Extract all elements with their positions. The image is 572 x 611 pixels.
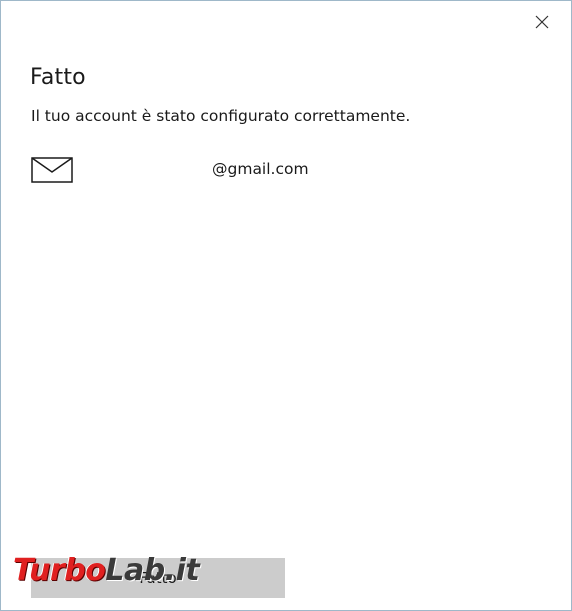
close-icon — [535, 15, 549, 29]
close-button[interactable] — [529, 9, 555, 35]
page-title: Fatto — [30, 65, 86, 90]
account-email: @gmail.com — [212, 160, 309, 178]
success-message: Il tuo account è stato configurato corre… — [31, 107, 411, 125]
account-setup-dialog: Fatto Il tuo account è stato configurato… — [0, 0, 572, 611]
done-button[interactable]: Fatto — [31, 558, 285, 598]
mail-icon — [31, 157, 73, 183]
account-item: @gmail.com — [31, 155, 531, 185]
